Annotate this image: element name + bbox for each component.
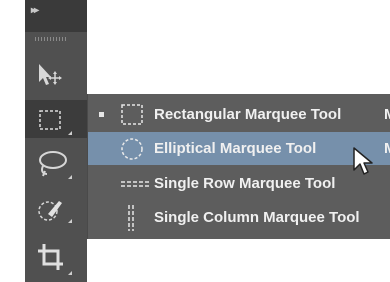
rectangular-marquee-icon: [121, 104, 143, 125]
move-tool-button[interactable]: [25, 56, 87, 94]
panel-header: ▸▸: [25, 0, 87, 32]
panel-grip[interactable]: [35, 37, 67, 41]
single-row-marquee-icon: [121, 181, 150, 187]
lasso-icon: [39, 151, 72, 179]
mouse-cursor-icon: [353, 147, 373, 175]
marquee-flyout-menu: Rectangular Marquee Tool M Elliptical Ma…: [88, 94, 390, 239]
quick-selection-tool-button[interactable]: [25, 190, 87, 228]
menu-item-label: Elliptical Marquee Tool: [154, 140, 317, 157]
menu-item-single-row-marquee[interactable]: Single Row Marquee Tool: [88, 167, 390, 200]
lasso-tool-button[interactable]: [25, 142, 87, 180]
crop-icon: [38, 244, 72, 275]
menu-item-label: Rectangular Marquee Tool: [154, 106, 342, 123]
elliptical-marquee-icon: [121, 138, 143, 160]
menu-item-single-column-marquee[interactable]: Single Column Marquee Tool: [88, 201, 390, 234]
marquee-tool-button[interactable]: [25, 100, 87, 138]
menu-item-rectangular-marquee[interactable]: Rectangular Marquee Tool M: [88, 98, 390, 131]
move-arrow-icon: [39, 64, 62, 85]
quick-selection-brush-icon: [38, 201, 72, 223]
single-column-marquee-icon: [128, 205, 134, 231]
shortcut-key: M: [384, 140, 390, 157]
collapse-panel-icon[interactable]: ▸▸: [31, 5, 39, 16]
rectangular-marquee-icon: [39, 110, 72, 135]
crop-tool-button[interactable]: [25, 238, 87, 276]
menu-item-label: Single Row Marquee Tool: [154, 175, 336, 192]
menu-item-elliptical-marquee[interactable]: Elliptical Marquee Tool M: [88, 132, 390, 165]
tools-panel: ▸▸: [25, 0, 87, 282]
menu-item-label: Single Column Marquee Tool: [154, 209, 360, 226]
shortcut-key: M: [384, 106, 390, 123]
